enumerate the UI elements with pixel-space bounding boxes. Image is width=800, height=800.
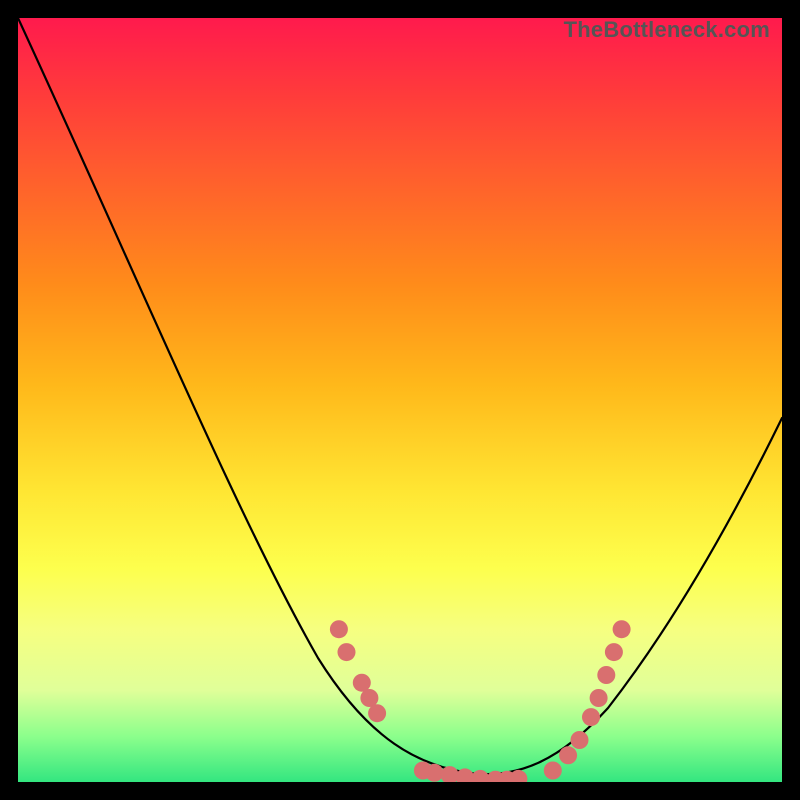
watermark-text: TheBottleneck.com	[564, 17, 770, 43]
marker-dot	[353, 674, 371, 692]
bottleneck-curve	[18, 18, 782, 774]
marker-dot	[544, 762, 562, 780]
marker-dot	[582, 708, 600, 726]
marker-dot	[425, 764, 443, 782]
chart-svg	[18, 18, 782, 782]
marker-dot	[471, 770, 489, 782]
chart-frame: TheBottleneck.com	[18, 18, 782, 782]
marker-dot	[605, 643, 623, 661]
marker-dot	[613, 620, 631, 638]
marker-dot	[360, 689, 378, 707]
marker-dot	[571, 731, 589, 749]
marker-layer	[330, 620, 631, 782]
marker-dot	[559, 746, 577, 764]
marker-dot	[368, 704, 386, 722]
marker-dot	[441, 766, 459, 782]
marker-dot	[338, 643, 356, 661]
marker-dot	[597, 666, 615, 684]
marker-dot	[590, 689, 608, 707]
curve-layer	[18, 18, 782, 774]
marker-dot	[330, 620, 348, 638]
